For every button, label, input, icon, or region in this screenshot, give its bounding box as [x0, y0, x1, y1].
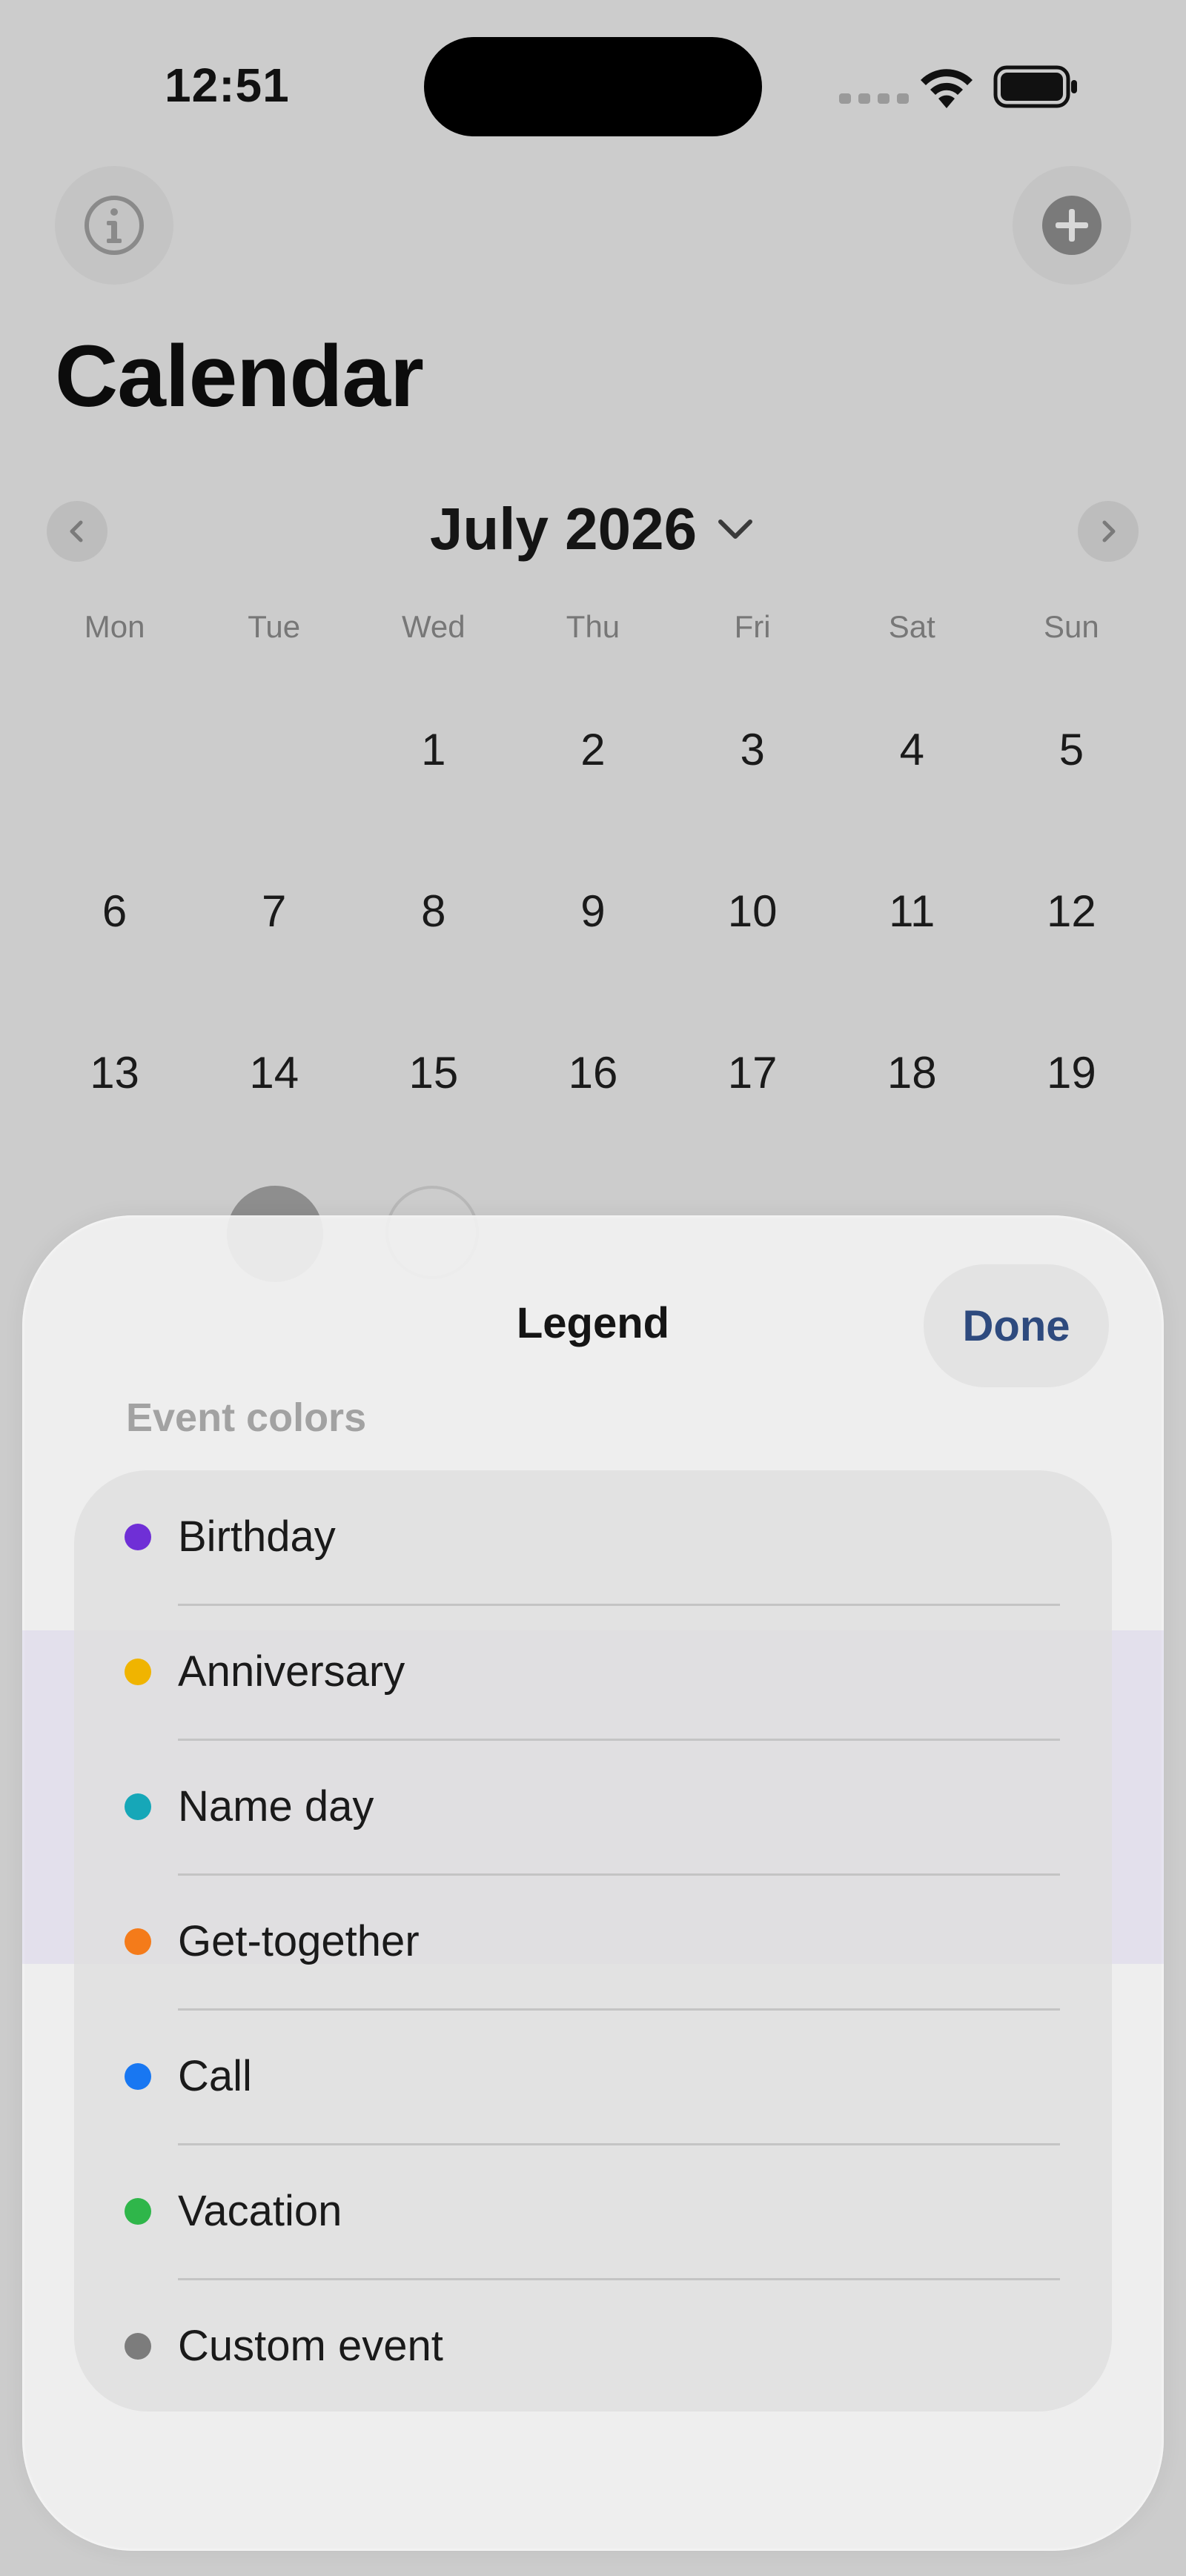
info-button[interactable]	[55, 166, 173, 285]
legend-sheet: Legend Done Event colors Birthday Annive…	[22, 1215, 1164, 2551]
calendar-week: 6 7 8 9 10 11 12	[35, 874, 1151, 949]
chevron-down-icon	[718, 519, 753, 539]
legend-item-label: Vacation	[178, 2187, 342, 2235]
calendar-day[interactable]: 11	[832, 874, 992, 949]
calendar-day[interactable]: 16	[513, 1036, 672, 1110]
calendar-day[interactable]: 1	[354, 713, 513, 787]
weekday-label: Sat	[888, 609, 935, 644]
section-header: Event colors	[126, 1395, 367, 1440]
cellular-signal-icon	[839, 93, 909, 104]
legend-item-label: Anniversary	[178, 1647, 405, 1696]
calendar-day-empty	[35, 713, 194, 787]
color-dot-icon	[125, 2333, 151, 2360]
calendar-day[interactable]: 7	[194, 874, 354, 949]
weekday-label: Sun	[1044, 609, 1099, 644]
color-dot-icon	[125, 2063, 151, 2090]
plus-circle-icon	[1042, 196, 1101, 255]
month-label: July 2026	[429, 496, 698, 562]
legend-item-call: Call	[74, 2010, 1112, 2145]
calendar-day[interactable]: 13	[35, 1036, 194, 1110]
color-dot-icon	[125, 1659, 151, 1685]
dynamic-island	[424, 37, 762, 136]
add-event-button[interactable]	[1013, 166, 1131, 285]
chevron-right-icon	[1102, 520, 1116, 542]
month-selector: July 2026	[0, 495, 1186, 563]
calendar-day[interactable]: 8	[354, 874, 513, 949]
calendar-day-empty	[194, 713, 354, 787]
calendar-day[interactable]: 14	[194, 1036, 354, 1110]
weekday-label: Mon	[84, 609, 145, 644]
done-button[interactable]: Done	[924, 1264, 1109, 1387]
color-dot-icon	[125, 1793, 151, 1820]
legend-item-label: Birthday	[178, 1513, 336, 1561]
legend-item-label: Custom event	[178, 2322, 443, 2370]
legend-item-label: Get-together	[178, 1917, 420, 1965]
next-month-button[interactable]	[1078, 501, 1139, 562]
page-title: Calendar	[55, 328, 424, 425]
calendar-day[interactable]: 5	[992, 713, 1151, 787]
weekday-label: Fri	[734, 609, 771, 644]
legend-item-vacation: Vacation	[74, 2145, 1112, 2280]
legend-item-label: Name day	[178, 1782, 374, 1830]
month-dropdown[interactable]: July 2026	[430, 495, 756, 563]
legend-item-label: Call	[178, 2052, 252, 2100]
weekday-label: Thu	[566, 609, 620, 644]
wifi-icon	[921, 69, 973, 108]
color-dot-icon	[125, 1524, 151, 1550]
color-dot-icon	[125, 2198, 151, 2225]
calendar-day[interactable]: 18	[832, 1036, 992, 1110]
color-dot-icon	[125, 1928, 151, 1955]
legend-item-get-together: Get-together	[74, 1875, 1112, 2011]
battery-icon	[993, 65, 1077, 108]
weekday-label: Tue	[248, 609, 301, 644]
info-circle-icon	[85, 196, 144, 255]
weekday-header: Mon Tue Wed Thu Fri Sat Sun	[35, 609, 1151, 645]
calendar-day[interactable]: 19	[992, 1036, 1151, 1110]
calendar-day[interactable]: 4	[832, 713, 992, 787]
legend-item-custom-event: Custom event	[74, 2280, 1112, 2411]
calendar-day[interactable]: 10	[673, 874, 832, 949]
calendar-day[interactable]: 17	[673, 1036, 832, 1110]
calendar-week: 13 14 15 16 17 18 19	[35, 1036, 1151, 1110]
legend-item-name-day: Name day	[74, 1740, 1112, 1876]
calendar-day[interactable]: 9	[513, 874, 672, 949]
calendar-day[interactable]: 12	[992, 874, 1151, 949]
calendar-day[interactable]: 15	[354, 1036, 513, 1110]
status-time: 12:51	[165, 59, 290, 112]
calendar-week: 1 2 3 4 5	[35, 713, 1151, 787]
calendar-day[interactable]: 3	[673, 713, 832, 787]
legend-item-anniversary: Anniversary	[74, 1605, 1112, 1741]
status-bar: 12:51	[0, 0, 1186, 148]
calendar-day[interactable]: 6	[35, 874, 194, 949]
calendar-day[interactable]: 2	[513, 713, 672, 787]
weekday-label: Wed	[402, 609, 466, 644]
event-color-list: Birthday Anniversary Name day Get-togeth…	[74, 1470, 1112, 2411]
legend-item-birthday: Birthday	[74, 1470, 1112, 1606]
